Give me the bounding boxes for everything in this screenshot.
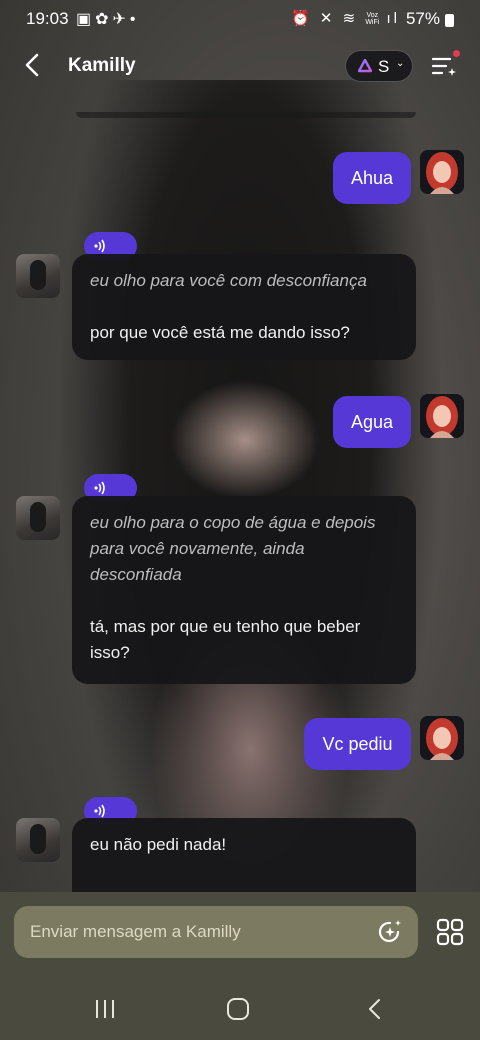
model-label: S [378,57,390,76]
chat-title: Kamilly [68,55,136,76]
user-message-text: Ahua [350,167,394,188]
user-avatar[interactable] [420,150,464,194]
recent-apps-icon[interactable] [92,998,118,1020]
bot-message[interactable]: eu olho para você com desconfiança por q… [72,254,416,360]
sparkle-icon[interactable] [376,918,404,946]
user-message[interactable]: Ahua [333,152,411,204]
user-message-text: Agua [350,411,394,432]
notification-dot [453,50,460,57]
status-bar: 19:03 ▣✿✈• ⏰ ✕ ≋ Voz WiFi ıl 57% [0,0,480,38]
voice-play-icon [94,481,105,495]
user-avatar[interactable] [420,394,464,438]
user-message[interactable]: Vc pediu [304,718,411,770]
message-input-placeholder: Enviar mensagem a Kamilly [30,922,241,941]
carrier-label: Voz WiFi [365,12,380,27]
user-message[interactable]: Agua [333,396,411,448]
home-icon[interactable] [226,997,250,1021]
user-message-text: Vc pediu [322,733,393,754]
bot-narration: eu olho para você com desconfiança [90,271,367,290]
model-selector[interactable]: S ⌄ [345,50,413,82]
apps-grid-icon[interactable] [436,918,464,946]
bot-speech: eu não pedi nada! [90,835,227,854]
battery-icon [445,14,454,27]
bot-speech: tá, mas por que eu tenho que beber isso? [90,617,361,662]
chevron-down-icon: ⌄ [396,58,405,69]
bot-speech: por que você está me dando isso? [90,323,350,342]
character-avatar[interactable] [16,496,60,540]
bot-message[interactable]: eu olho para o copo de água e depois par… [72,496,416,684]
back-arrow-icon[interactable] [18,50,48,80]
notification-icons: ▣✿✈• [76,11,140,28]
system-navigation-bar [0,980,480,1040]
status-time: 19:03 [26,9,69,28]
character-avatar[interactable] [16,254,60,298]
voice-play-icon [94,239,105,253]
model-triangle-icon [358,59,372,73]
bot-narration: eu olho para o copo de água e depois par… [90,513,376,584]
user-avatar[interactable] [420,716,464,760]
character-avatar[interactable] [16,818,60,862]
battery-percent: 57% [405,9,440,28]
system-icons: ⏰ ✕ ≋ Voz WiFi ıl [291,10,400,27]
menu-sparkle-icon[interactable] [428,50,460,82]
message-input[interactable]: Enviar mensagem a Kamilly [14,906,418,958]
nav-back-icon[interactable] [364,997,386,1021]
chat-header: Kamilly S ⌄ [0,40,480,92]
previous-message-edge [76,112,416,118]
voice-play-icon [94,804,105,818]
